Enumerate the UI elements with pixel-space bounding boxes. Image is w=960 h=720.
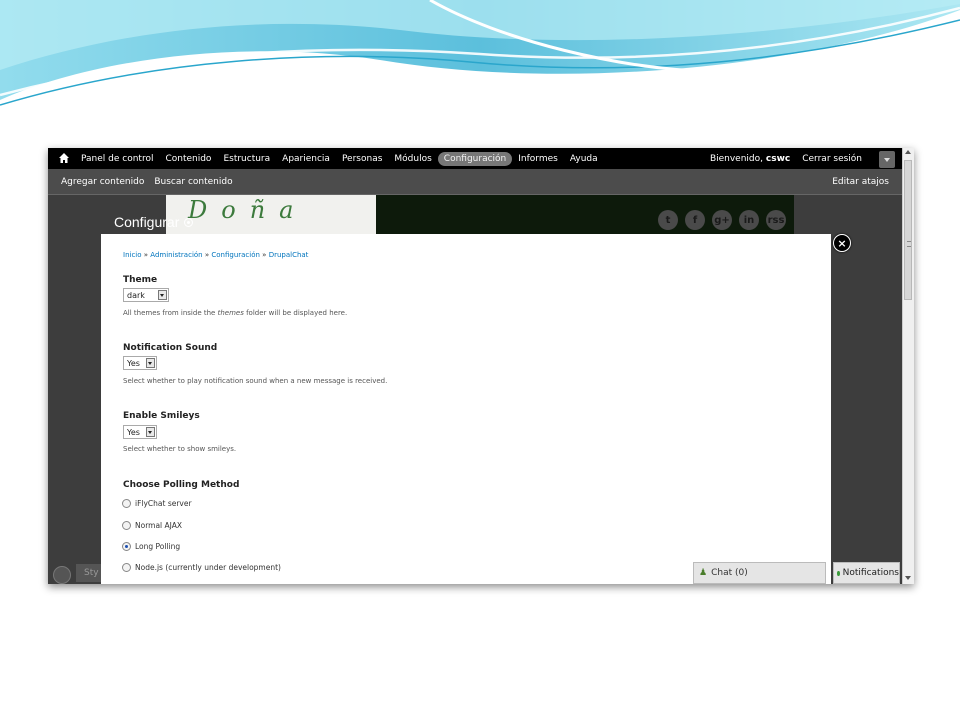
menu-item-modulos[interactable]: Módulos (388, 152, 437, 166)
twitter-icon[interactable]: t (658, 210, 678, 230)
scroll-up-arrow-icon[interactable] (905, 150, 911, 154)
theme-description: All themes from inside the themes folder… (123, 309, 348, 317)
header-wave-decoration (0, 0, 960, 106)
polling-option-long-polling[interactable]: Long Polling (122, 542, 180, 551)
shortcut-star-icon[interactable] (184, 218, 194, 227)
theme-label: Theme (123, 275, 158, 285)
radio-button[interactable] (122, 499, 131, 508)
breadcrumb-item-drupalchat[interactable]: DrupalChat (269, 251, 309, 259)
home-icon[interactable] (58, 152, 70, 164)
notification-sound-description: Select whether to play notification soun… (123, 377, 388, 385)
menu-item-informes[interactable]: Informes (512, 152, 564, 166)
smileys-label: Enable Smileys (123, 411, 200, 421)
vertical-scrollbar[interactable] (902, 148, 914, 584)
admin-menu: Panel de control Contenido Estructura Ap… (75, 148, 604, 169)
radio-button-selected[interactable] (122, 542, 131, 551)
polling-option-normal-ajax[interactable]: Normal AJAX (122, 521, 182, 530)
chat-tab[interactable]: ♟ Chat (0) (693, 562, 826, 584)
notifications-tab[interactable]: Notifications (833, 562, 900, 584)
menu-item-apariencia[interactable]: Apariencia (276, 152, 336, 166)
menu-item-panel-de-control[interactable]: Panel de control (75, 152, 159, 166)
shortcuts-bar: Agregar contenido Buscar contenido Edita… (48, 169, 902, 195)
menu-item-personas[interactable]: Personas (336, 152, 388, 166)
shortcut-find-content[interactable]: Buscar contenido (154, 177, 232, 187)
menu-item-contenido[interactable]: Contenido (159, 152, 217, 166)
users-icon: ♟ (699, 568, 708, 578)
chevron-down-icon (158, 290, 167, 300)
radio-button[interactable] (122, 521, 131, 530)
page-title: Configurar (114, 214, 194, 230)
breadcrumb-item-configuracion[interactable]: Configuración (211, 251, 260, 259)
user-area: Bienvenido, cswc Cerrar sesión (686, 148, 862, 169)
polling-option-iflychat[interactable]: iFlyChat server (122, 499, 192, 508)
polling-option-nodejs[interactable]: Node.js (currently under development) (122, 563, 281, 572)
close-overlay-button[interactable]: × (833, 234, 851, 252)
notification-sound-select[interactable]: Yes (123, 356, 157, 370)
chevron-down-icon (146, 427, 155, 437)
settings-overlay: Inicio » Administración » Configuración … (101, 234, 831, 584)
notification-sound-label: Notification Sound (123, 343, 218, 353)
site-logo: Doña (188, 196, 308, 224)
close-icon: × (837, 236, 847, 250)
chevron-down-icon (146, 358, 155, 368)
facebook-icon[interactable]: f (685, 210, 705, 230)
scroll-down-arrow-icon[interactable] (905, 576, 911, 580)
rss-icon[interactable]: rss (766, 210, 786, 230)
menu-item-configuracion[interactable]: Configuración (437, 151, 513, 166)
username-link[interactable]: cswc (766, 154, 790, 164)
breadcrumb-item-inicio[interactable]: Inicio (123, 251, 142, 259)
logout-link[interactable]: Cerrar sesión (802, 154, 862, 164)
admin-toolbar: Panel de control Contenido Estructura Ap… (48, 148, 902, 169)
breadcrumb: Inicio » Administración » Configuración … (123, 251, 309, 259)
screenshot-frame: Doña t f g+ in rss Configurar Sty Panel … (48, 148, 914, 584)
menu-item-ayuda[interactable]: Ayuda (564, 152, 604, 166)
edit-shortcuts-link[interactable]: Editar atajos (832, 169, 889, 194)
shortcuts-toggle-button[interactable] (879, 151, 895, 168)
welcome-text: Bienvenido, cswc (709, 153, 791, 164)
menu-item-estructura[interactable]: Estructura (217, 152, 276, 166)
smileys-description: Select whether to show smileys. (123, 445, 237, 453)
google-plus-icon[interactable]: g+ (712, 210, 732, 230)
radio-button[interactable] (122, 563, 131, 572)
polling-method-label: Choose Polling Method (123, 480, 240, 490)
status-dot-icon (837, 570, 840, 576)
shortcut-add-content[interactable]: Agregar contenido (61, 177, 144, 187)
smileys-select[interactable]: Yes (123, 425, 157, 439)
bottom-left-tab[interactable]: Sty (76, 564, 104, 582)
linkedin-icon[interactable]: in (739, 210, 759, 230)
breadcrumb-item-administracion[interactable]: Administración (150, 251, 202, 259)
theme-select[interactable]: dark (123, 288, 169, 302)
scrollbar-thumb[interactable] (904, 160, 912, 300)
bottom-left-icon[interactable] (53, 566, 71, 584)
social-icons: t f g+ in rss (658, 210, 793, 230)
